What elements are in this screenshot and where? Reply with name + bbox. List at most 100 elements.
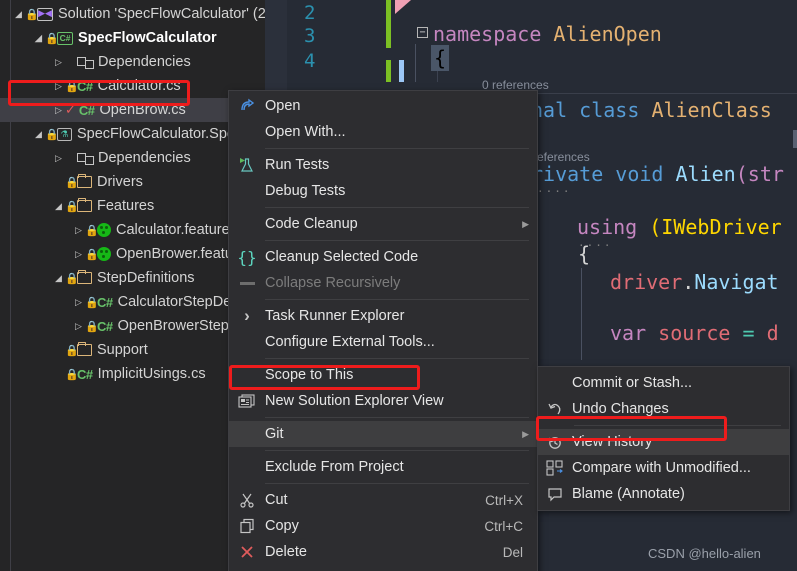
solution-icon: ▶◀: [37, 7, 53, 21]
lock-icon: 🔒: [85, 224, 99, 237]
solution-tree-item-label: Dependencies: [98, 150, 191, 166]
solution-tree-item-label: OpenBrower.feature: [116, 246, 246, 262]
menu-item-label: Cleanup Selected Code: [265, 249, 419, 265]
keyword-var: var: [610, 321, 647, 345]
code-brace: {: [578, 242, 591, 266]
expander-closed-icon[interactable]: ▷: [52, 105, 65, 116]
lock-icon: 🔒: [65, 368, 79, 381]
expander-open-icon[interactable]: ◢: [32, 129, 45, 140]
expander-closed-icon[interactable]: ▷: [72, 321, 85, 332]
menu-item-shortcut: Del: [502, 544, 523, 560]
expander-open-icon[interactable]: ◢: [12, 9, 25, 20]
menu-item[interactable]: Delete Del: [229, 539, 537, 565]
solution-tree-item-label: SpecFlowCalculator: [78, 30, 217, 46]
solution-tree-item[interactable]: ▷ 🔒 Calculator.feature: [0, 218, 265, 242]
driver-identifier: driver: [610, 270, 683, 294]
menu-item[interactable]: View History: [538, 429, 789, 455]
solution-tree-item[interactable]: ◢ 🔒 StepDefinitions: [0, 266, 265, 290]
indent-guide: [415, 44, 416, 82]
csharp-file-icon: C#: [78, 102, 95, 118]
namespace-name: AlienOpen: [553, 22, 662, 46]
solution-tree-item-label: OpenBrow.cs: [99, 102, 186, 118]
menu-item[interactable]: Undo Changes: [538, 396, 789, 422]
expander-closed-icon[interactable]: ▷: [52, 57, 65, 68]
compare-icon: [538, 460, 572, 476]
menu-item-label: Open: [265, 98, 301, 114]
menu-item[interactable]: RenameF2: [229, 565, 537, 571]
keyword-class: class: [579, 98, 640, 122]
expander-closed-icon[interactable]: ▷: [72, 249, 85, 260]
lock-icon: 🔒: [65, 200, 79, 213]
menu-item-label: Code Cleanup: [265, 216, 358, 232]
chevron-right-icon: ›: [244, 306, 250, 325]
solution-tree-item-label: Features: [97, 198, 155, 214]
menu-item-label: Compare with Unmodified...: [572, 460, 751, 476]
expander-closed-icon[interactable]: ▷: [72, 297, 85, 308]
collapse-icon: [229, 281, 265, 285]
menu-item[interactable]: › Task Runner Explorer: [229, 303, 537, 329]
menu-item[interactable]: New Solution Explorer View: [229, 388, 537, 414]
menu-item[interactable]: Commit or Stash...: [538, 370, 789, 396]
menu-item-label: Configure External Tools...: [265, 334, 435, 350]
solution-tree-item[interactable]: ▷ Dependencies: [0, 146, 265, 170]
menu-item[interactable]: Code Cleanup ▶: [229, 211, 537, 237]
git-pending-check-icon: ✓: [65, 102, 76, 117]
solution-tree-item[interactable]: ▷ ✓ C# OpenBrow.cs: [0, 98, 265, 122]
menu-item[interactable]: Open With...: [229, 119, 537, 145]
watermark: CSDN @hello-alien: [648, 546, 761, 561]
scrollbar-marker[interactable]: [793, 130, 797, 148]
menu-item[interactable]: {} Cleanup Selected Code: [229, 244, 537, 270]
menu-separator: [265, 450, 529, 451]
solution-tree-item[interactable]: ▷ 🔒 C# OpenBrowerStepDefin: [0, 314, 265, 338]
lock-icon: 🔒: [65, 272, 79, 285]
code-driver-line: driver.Navigat: [610, 270, 779, 294]
solution-tree-item[interactable]: ▷ Dependencies: [0, 50, 265, 74]
lock-icon: 🔒: [65, 80, 79, 93]
solution-tree-item[interactable]: ◢ 🔒 C# SpecFlowCalculator: [0, 26, 265, 50]
solution-tree-item[interactable]: ▷ 🔒 OpenBrower.feature: [0, 242, 265, 266]
expander-closed-icon[interactable]: ▷: [72, 225, 85, 236]
solution-tree-item-label: Calculator.cs: [97, 78, 181, 94]
menu-item[interactable]: Cut Ctrl+X: [229, 487, 537, 513]
braces-icon: {}: [237, 247, 257, 267]
solution-tree-item[interactable]: ▷ 🔒 C# CalculatorStepDefinitic: [0, 290, 265, 314]
solution-tree-item[interactable]: 🔒 Drivers: [0, 170, 265, 194]
menu-item[interactable]: Copy Ctrl+C: [229, 513, 537, 539]
expander-open-icon[interactable]: ◢: [52, 201, 65, 212]
dot-operator: .: [682, 270, 695, 294]
solution-tree-item[interactable]: 🔒 Support: [0, 338, 265, 362]
menu-item-label: Scope to This: [265, 367, 354, 383]
menu-item[interactable]: Blame (Annotate): [538, 481, 789, 507]
solution-tree-item-label: ImplicitUsings.cs: [97, 366, 206, 382]
menu-item-label: Exclude From Project: [265, 459, 404, 475]
menu-item[interactable]: Open: [229, 93, 537, 119]
dependencies-icon: [77, 152, 94, 165]
menu-item[interactable]: Git ▶: [229, 421, 537, 447]
expander-closed-icon[interactable]: ▷: [52, 81, 65, 92]
solution-tree-item[interactable]: ◢ 🔒 Features: [0, 194, 265, 218]
solution-tree-item[interactable]: ◢ 🔒 ▶◀ Solution 'SpecFlowCalculator' (2 of: [0, 2, 265, 26]
keyword-namespace: namespace: [433, 22, 542, 46]
menu-item-label: View History: [572, 434, 653, 450]
solution-explorer-panel[interactable]: ◢ 🔒 ▶◀ Solution 'SpecFlowCalculator' (2 of ◢…: [0, 0, 265, 571]
menu-item[interactable]: Debug Tests: [229, 178, 537, 204]
menu-item[interactable]: Run Tests: [229, 152, 537, 178]
history-clock-icon: [538, 434, 572, 450]
collapse-toggle-icon[interactable]: −: [417, 27, 428, 38]
menu-item[interactable]: Configure External Tools...: [229, 329, 537, 355]
expander-open-icon[interactable]: ◢: [52, 273, 65, 284]
menu-item[interactable]: Exclude From Project: [229, 454, 537, 480]
menu-item[interactable]: Compare with Unmodified...: [538, 455, 789, 481]
expander-closed-icon[interactable]: ▷: [52, 153, 65, 164]
submenu-arrow-icon: ▶: [522, 218, 529, 229]
solution-explorer-context-menu[interactable]: Open Open With... Run Tests Debug Tests Code…: [228, 90, 538, 571]
expander-open-icon[interactable]: ◢: [32, 33, 45, 44]
menu-item[interactable]: Scope to This: [229, 362, 537, 388]
menu-item-label: Delete: [265, 544, 307, 560]
solution-tree-item[interactable]: ◢ 🔒 ⚗ SpecFlowCalculator.Specs: [0, 122, 265, 146]
lock-icon: 🔒: [85, 248, 99, 261]
solution-tree-item-label: Dependencies: [98, 54, 191, 70]
git-submenu[interactable]: Commit or Stash... Undo Changes View Histo…: [537, 366, 790, 511]
solution-tree-item[interactable]: ▷ 🔒 C# Calculator.cs: [0, 74, 265, 98]
solution-tree-item[interactable]: 🔒 C# ImplicitUsings.cs: [0, 362, 265, 386]
